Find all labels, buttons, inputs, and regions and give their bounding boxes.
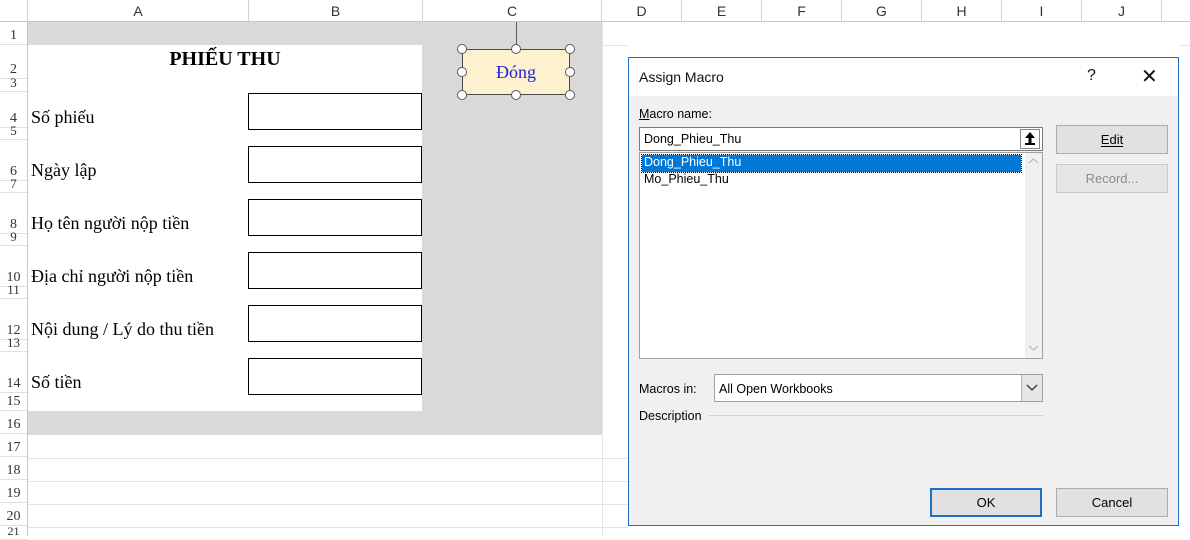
gridline <box>602 45 628 46</box>
resize-handle-top-right[interactable] <box>565 44 575 54</box>
row-header-bar: 1 2 3 4 5 6 7 8 9 10 11 12 13 14 15 16 1… <box>0 22 28 540</box>
gridline <box>28 527 628 528</box>
list-item-mo-phieu-thu[interactable]: Mo_Phieu_Thu <box>642 172 1021 189</box>
ok-button[interactable]: OK <box>930 488 1042 517</box>
row-header[interactable]: 17 <box>0 434 27 457</box>
description-divider <box>709 415 1043 416</box>
row-header[interactable]: 20 <box>0 503 27 526</box>
select-all-corner[interactable] <box>0 0 28 22</box>
row-header[interactable]: 3 <box>0 75 27 92</box>
record-button: Record... <box>1056 164 1168 193</box>
row-header[interactable]: 15 <box>0 393 27 411</box>
row-header[interactable]: 12 <box>0 299 27 340</box>
row-header[interactable]: 9 <box>0 229 27 246</box>
field-label-dia-chi: Địa chỉ người nộp tiền <box>31 266 194 286</box>
resize-handle-right[interactable] <box>565 67 575 77</box>
field-label-so-tien: Số tiền <box>31 372 82 392</box>
gridline <box>28 481 628 482</box>
close-icon[interactable]: ✕ <box>1141 64 1158 88</box>
row-header[interactable]: 16 <box>0 411 27 434</box>
macro-name-input[interactable]: Dong_Phieu_Thu <box>639 127 1043 151</box>
field-label-noi-dung: Nội dung / Lý do thu tiền <box>31 319 214 339</box>
assign-macro-dialog: Assign Macro ? ✕ Macro name: Dong_Phieu_… <box>628 57 1179 526</box>
row-header[interactable]: 21 <box>0 526 27 540</box>
macros-in-dropdown-button[interactable] <box>1021 375 1042 401</box>
resize-handle-bottom[interactable] <box>511 90 521 100</box>
row-header[interactable]: 10 <box>0 246 27 287</box>
resize-handle-top[interactable] <box>511 44 521 54</box>
list-scrollbar[interactable] <box>1025 153 1042 358</box>
field-label-so-phieu: Số phiếu <box>31 107 95 127</box>
row-header[interactable]: 13 <box>0 335 27 352</box>
dialog-title: Assign Macro <box>639 69 724 85</box>
column-header-i[interactable]: I <box>1002 0 1082 22</box>
field-input-dia-chi[interactable] <box>248 252 422 289</box>
edit-button[interactable]: Edit <box>1056 125 1168 154</box>
macros-in-select[interactable]: All Open Workbooks <box>714 374 1043 402</box>
field-input-so-tien[interactable] <box>248 358 422 395</box>
column-header-e[interactable]: E <box>682 0 762 22</box>
row-header[interactable]: 18 <box>0 457 27 480</box>
resize-handle-bottom-left[interactable] <box>457 90 467 100</box>
edit-button-label: Edit <box>1100 132 1124 147</box>
field-label-ngay-lap: Ngày lập <box>31 160 97 180</box>
field-input-ho-ten[interactable] <box>248 199 422 236</box>
help-icon[interactable]: ? <box>1087 67 1096 85</box>
gridline <box>28 458 628 459</box>
macro-name-label: Macro name: <box>639 107 712 121</box>
field-input-so-phieu[interactable] <box>248 93 422 130</box>
gridline <box>1179 45 1190 46</box>
column-header-j[interactable]: J <box>1082 0 1162 22</box>
dialog-title-bar[interactable]: Assign Macro ? ✕ <box>629 58 1178 96</box>
resize-handle-top-left[interactable] <box>457 44 467 54</box>
macros-in-value: All Open Workbooks <box>719 382 833 396</box>
close-form-shape-label: Đóng <box>496 61 536 82</box>
form-title: PHIẾU THU <box>169 48 281 70</box>
gridline <box>28 504 628 505</box>
macro-list[interactable]: Dong_Phieu_Thu Mo_Phieu_Thu <box>639 152 1043 359</box>
row-header[interactable]: 5 <box>0 123 27 140</box>
macro-name-label-rest: acro name: <box>649 107 712 121</box>
upload-arrow-icon <box>1025 132 1035 145</box>
field-label-ho-ten: Họ tên người nộp tiền <box>31 213 190 233</box>
row-header[interactable]: 11 <box>0 282 27 299</box>
collapse-dialog-button[interactable] <box>1020 129 1040 149</box>
row-header[interactable]: 19 <box>0 480 27 503</box>
resize-handle-bottom-right[interactable] <box>565 90 575 100</box>
macro-name-value: Dong_Phieu_Thu <box>644 132 742 146</box>
column-header-a[interactable]: A <box>28 0 249 22</box>
column-header-bar: A B C D E F G H I J <box>0 0 1190 22</box>
column-header-f[interactable]: F <box>762 0 842 22</box>
field-input-ngay-lap[interactable] <box>248 146 422 183</box>
row-header[interactable]: 1 <box>0 22 27 45</box>
cancel-button[interactable]: Cancel <box>1056 488 1168 517</box>
chevron-down-icon <box>1026 384 1038 391</box>
macros-in-label-text: Macros in: <box>639 382 697 396</box>
row-header[interactable]: 2 <box>0 45 27 79</box>
column-header-d[interactable]: D <box>602 0 682 22</box>
row-header[interactable]: 8 <box>0 193 27 234</box>
field-input-noi-dung[interactable] <box>248 305 422 342</box>
list-item-dong-phieu-thu[interactable]: Dong_Phieu_Thu <box>641 154 1022 173</box>
chevron-up-icon[interactable] <box>1025 155 1042 167</box>
row-header[interactable]: 7 <box>0 176 27 193</box>
chevron-down-icon[interactable] <box>1025 342 1042 354</box>
column-header-h[interactable]: H <box>922 0 1002 22</box>
description-label: Description <box>639 409 702 423</box>
macros-in-label: Macros in: <box>639 382 697 396</box>
close-form-shape-button[interactable]: Đóng <box>462 49 570 95</box>
row-header[interactable]: 6 <box>0 140 27 181</box>
column-header-b[interactable]: B <box>249 0 423 22</box>
column-header-c[interactable]: C <box>423 0 602 22</box>
resize-handle-left[interactable] <box>457 67 467 77</box>
row-header[interactable]: 14 <box>0 352 27 393</box>
column-header-g[interactable]: G <box>842 0 922 22</box>
